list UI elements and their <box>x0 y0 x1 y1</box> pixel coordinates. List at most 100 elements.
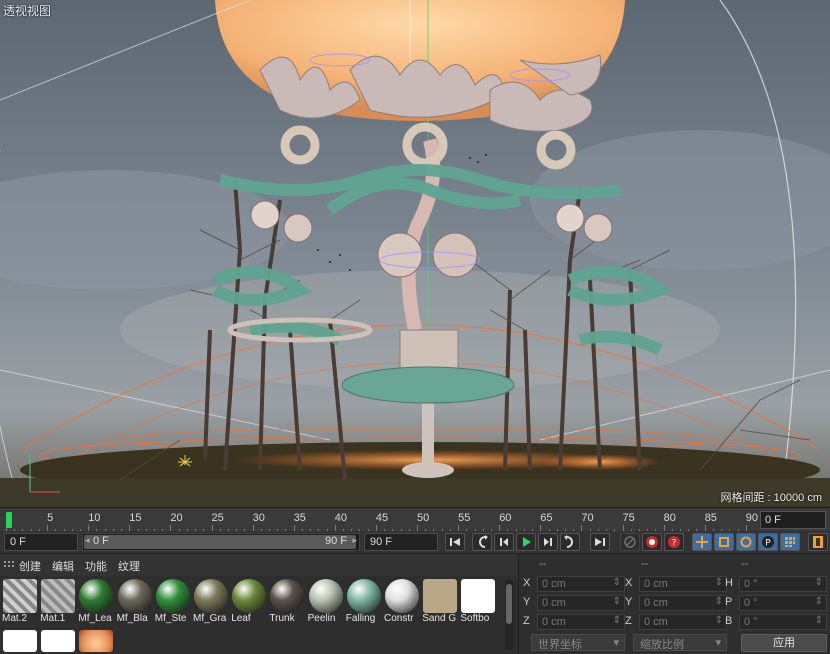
axis-label: X <box>523 577 531 589</box>
timeline-ruler[interactable]: 051015202530354045505560657075808590 0 F <box>0 507 830 532</box>
slider-right-arrow-icon[interactable]: ▸ <box>352 535 357 546</box>
ruler-tick-label: 90 <box>745 512 759 524</box>
slider-left-arrow-icon[interactable]: ◂ <box>85 535 90 546</box>
coordinate-value-field[interactable]: 0 ° <box>739 614 827 630</box>
ruler-tick-label: 85 <box>704 512 717 524</box>
range-start-label: 0 F <box>93 535 109 547</box>
ruler-tick-label: 40 <box>334 512 348 524</box>
current-frame-readout[interactable]: 0 F <box>760 511 826 529</box>
material-sphere-icon <box>385 579 419 613</box>
material-swatch[interactable]: Mf_Ste <box>155 579 191 625</box>
coordinate-value-field[interactable]: 0 ° <box>739 595 827 611</box>
frame-ruler[interactable]: 051015202530354045505560657075808590 <box>6 508 758 532</box>
material-swatch[interactable]: Mf_Lea <box>78 579 114 625</box>
current-frame-field[interactable]: 0 F <box>4 533 78 551</box>
record-disabled-button[interactable] <box>620 533 640 551</box>
key-scale-toggle[interactable] <box>714 533 734 551</box>
size-column-header: -- <box>641 558 649 570</box>
preview-range-fill[interactable] <box>84 535 356 549</box>
goto-end-button[interactable] <box>590 533 610 551</box>
axis-label: Z <box>625 615 632 627</box>
timeline-layout-button[interactable] <box>808 533 828 551</box>
material-swatch[interactable]: Trunk <box>269 579 305 625</box>
material-scrollbar[interactable] <box>505 580 513 650</box>
perspective-viewport[interactable]: 透视视图 网格间距 : 10000 cm <box>0 0 830 507</box>
max-frame-field[interactable]: 90 F <box>364 533 438 551</box>
goto-start-button[interactable] <box>445 533 465 551</box>
material-sphere-icon <box>308 579 343 613</box>
scale-icon <box>719 537 729 547</box>
rotate-icon <box>740 536 752 548</box>
material-swatch[interactable] <box>2 630 38 652</box>
panel-grip-icon[interactable] <box>4 561 14 569</box>
preview-range-slider[interactable]: ◂ 0 F 90 F ▸ <box>82 533 360 551</box>
coordinate-space-dropdown[interactable]: 世界坐标 <box>531 634 625 651</box>
scrollbar-thumb[interactable] <box>506 584 512 624</box>
material-sphere-icon <box>232 579 267 613</box>
material-label: Mat.2 <box>2 613 28 624</box>
coordinate-value-field[interactable]: 0 cm <box>639 576 727 592</box>
material-label: Falling <box>345 613 376 624</box>
axis-label: Z <box>523 615 530 627</box>
material-swatch[interactable]: Sand G <box>422 579 458 625</box>
material-label: Leaf <box>231 613 251 624</box>
key-parameter-toggle[interactable]: P <box>758 533 778 551</box>
record-button[interactable] <box>642 533 662 551</box>
material-swatch[interactable]: Falling <box>346 579 382 625</box>
material-label: Softbo <box>460 613 490 624</box>
menu-edit[interactable]: 编辑 <box>52 558 74 574</box>
material-swatch[interactable]: Mf_Gra <box>193 579 229 625</box>
rotation-column-header: -- <box>741 558 749 570</box>
material-swatch[interactable]: Constr <box>384 579 420 625</box>
material-swatch[interactable]: Mat.1 <box>40 579 76 625</box>
scale-mode-dropdown[interactable]: 缩放比例 <box>633 634 727 651</box>
key-rotation-toggle[interactable] <box>736 533 756 551</box>
coordinate-value-field[interactable]: 0 cm <box>639 595 727 611</box>
apply-button[interactable]: 应用 <box>741 634 827 652</box>
playhead[interactable] <box>6 512 12 528</box>
material-swatch[interactable]: Leaf <box>231 579 267 625</box>
material-swatch[interactable]: Mf_Bla <box>117 579 153 625</box>
ruler-tick-label: 15 <box>129 512 142 524</box>
next-key-button[interactable] <box>560 533 580 551</box>
material-swatch[interactable] <box>78 630 114 652</box>
material-swatch[interactable]: Mat.2 <box>2 579 38 625</box>
coordinate-value-field[interactable]: 0 cm <box>537 576 625 592</box>
play-button[interactable] <box>516 533 536 551</box>
material-swatch[interactable]: Softbo <box>460 579 496 625</box>
material-square-icon <box>3 630 37 652</box>
material-swatch[interactable]: Peelin <box>308 579 344 625</box>
coordinate-value-field[interactable]: 0 cm <box>537 595 625 611</box>
material-swatch[interactable] <box>40 630 76 652</box>
ruler-tick-label: 5 <box>47 512 54 524</box>
material-sphere-icon <box>155 579 190 613</box>
material-label: Mf_Ste <box>154 613 187 624</box>
menu-create[interactable]: 创建 <box>19 558 41 574</box>
material-label: Peelin <box>307 613 336 624</box>
next-frame-button[interactable] <box>538 533 558 551</box>
ruler-tick-label: 65 <box>540 512 553 524</box>
key-pla-toggle[interactable] <box>780 533 800 551</box>
axis-label: Y <box>523 596 531 608</box>
menu-texture[interactable]: 纹理 <box>118 558 140 574</box>
ruler-tick-label: 55 <box>458 512 471 524</box>
position-column-header: -- <box>539 558 547 570</box>
prev-frame-icon <box>500 538 508 546</box>
prev-frame-button[interactable] <box>494 533 514 551</box>
ruler-tick-label: 45 <box>375 512 389 524</box>
axis-label: Y <box>625 596 633 608</box>
svg-text:P: P <box>765 539 771 549</box>
coordinate-value-field[interactable]: 0 ° <box>739 576 827 592</box>
record-key-icon <box>646 536 658 548</box>
menu-function[interactable]: 功能 <box>85 558 107 574</box>
autokey-button[interactable]: ? <box>664 533 684 551</box>
coordinate-value-field[interactable]: 0 cm <box>639 614 727 630</box>
ruler-tick-label: 35 <box>293 512 306 524</box>
material-square-icon <box>41 630 76 652</box>
coordinate-value-field[interactable]: 0 cm <box>537 614 625 630</box>
prev-key-button[interactable] <box>472 533 492 551</box>
viewport-title[interactable]: 透视视图 <box>3 2 51 19</box>
material-square-icon <box>461 579 496 613</box>
axis-label: P <box>725 596 733 608</box>
key-position-toggle[interactable] <box>692 533 712 551</box>
